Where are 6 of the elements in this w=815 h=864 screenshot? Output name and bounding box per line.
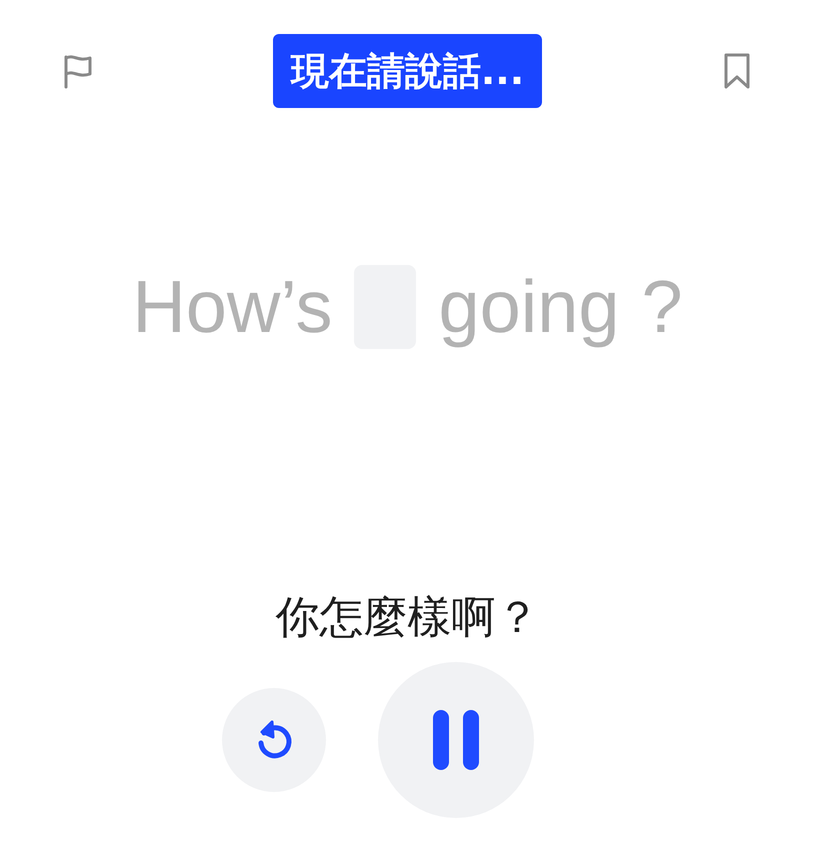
sentence-word: ? [642, 264, 683, 350]
sentence-word: How’s [132, 264, 332, 350]
sentence-word: going [438, 264, 620, 350]
speak-now-banner: 現在請說話... [272, 34, 542, 108]
translation-text: 你怎麼樣啊？ [276, 591, 540, 645]
pause-icon [430, 708, 480, 772]
